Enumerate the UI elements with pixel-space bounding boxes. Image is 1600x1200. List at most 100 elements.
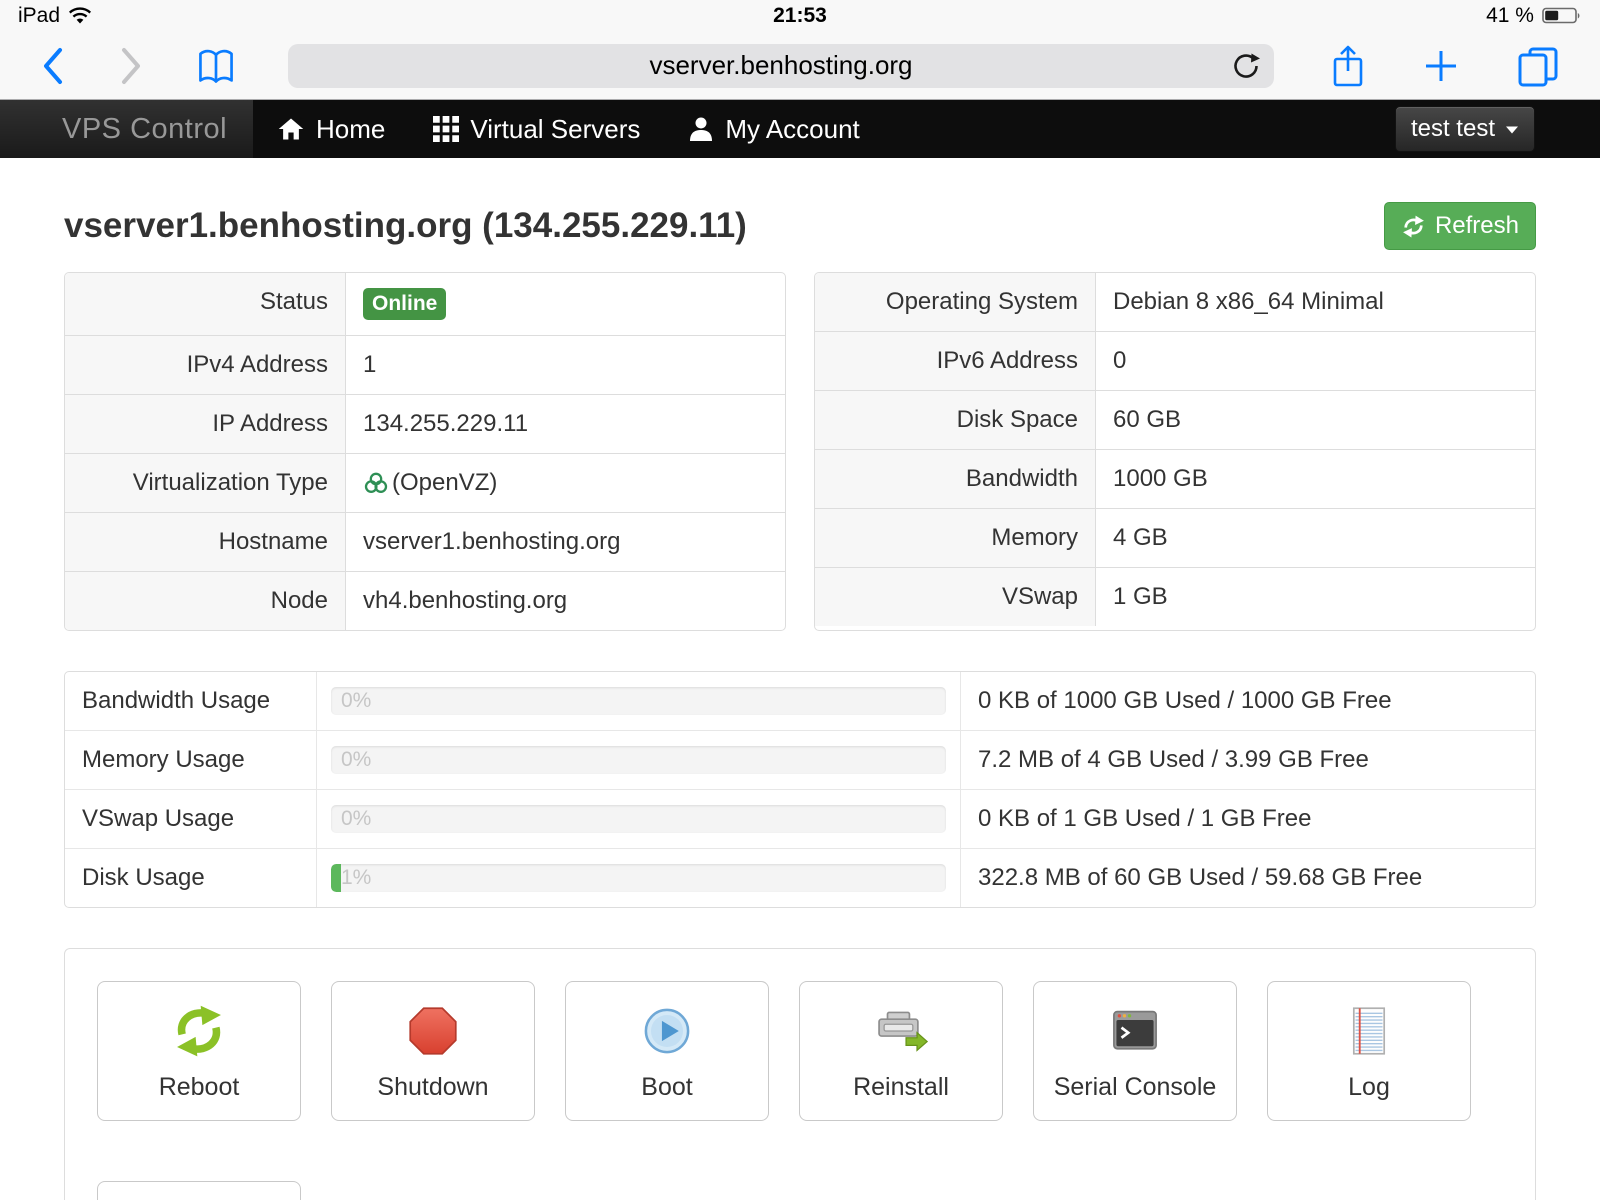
row-value: 1 GB [1096, 568, 1535, 626]
progress-bar: 0% [331, 746, 946, 774]
tabs-button[interactable] [1516, 45, 1560, 87]
row-label: VSwap [815, 568, 1096, 626]
usage-bar-cell: 0% [317, 731, 961, 789]
bookmarks-button[interactable] [196, 46, 236, 86]
url-text: vserver.benhosting.org [649, 50, 912, 81]
status-left: iPad [18, 4, 539, 28]
reboot-icon [172, 1004, 226, 1058]
table-row: Memory 4 GB [815, 508, 1535, 567]
row-value-text: (OpenVZ) [392, 469, 497, 497]
bookmark-icon [196, 46, 236, 86]
tabs-icon [1516, 45, 1560, 87]
actions-panel: Reboot Shutdown [64, 948, 1536, 1200]
action-serial-console[interactable]: Serial Console [1033, 981, 1237, 1121]
progress-label: 1% [341, 864, 371, 892]
row-value: vserver1.benhosting.org [346, 513, 785, 571]
share-button[interactable] [1330, 43, 1366, 89]
row-label: Status [65, 273, 346, 335]
info-table-left: Status Online IPv4 Address 1 IP Address … [64, 272, 786, 631]
progress-bar: 0% [331, 687, 946, 715]
refresh-label: Refresh [1435, 212, 1519, 240]
usage-text: 7.2 MB of 4 GB Used / 3.99 GB Free [961, 731, 1535, 789]
action-network[interactable] [97, 1181, 301, 1200]
table-row: Bandwidth 1000 GB [815, 449, 1535, 508]
row-label: Operating System [815, 273, 1096, 331]
caret-down-icon [1505, 125, 1519, 134]
usage-text: 0 KB of 1000 GB Used / 1000 GB Free [961, 672, 1535, 730]
back-icon [40, 45, 66, 87]
action-log[interactable]: Log [1267, 981, 1471, 1121]
action-label: Reinstall [853, 1073, 949, 1102]
row-value: 4 GB [1096, 509, 1535, 567]
info-table-right: Operating System Debian 8 x86_64 Minimal… [814, 272, 1536, 631]
action-label: Reboot [159, 1073, 240, 1102]
usage-label: Disk Usage [65, 849, 317, 907]
progress-label: 0% [341, 746, 371, 774]
reload-icon[interactable] [1231, 51, 1261, 81]
usage-section: Bandwidth Usage 0% 0 KB of 1000 GB Used … [64, 671, 1536, 908]
boot-icon [640, 1004, 694, 1058]
progress-bar: 1% [331, 864, 946, 892]
actions-row-2 [97, 1181, 1503, 1200]
row-label: Memory [815, 509, 1096, 567]
usage-row: VSwap Usage 0% 0 KB of 1 GB Used / 1 GB … [65, 789, 1535, 848]
table-row: Status Online [65, 273, 785, 335]
table-row: IPv6 Address 0 [815, 331, 1535, 390]
row-label: Disk Space [815, 391, 1096, 449]
forward-button[interactable] [118, 45, 144, 87]
row-label: Bandwidth [815, 450, 1096, 508]
refresh-button[interactable]: Refresh [1384, 202, 1536, 250]
nav-item-home[interactable]: Home [253, 100, 409, 158]
title-row: vserver1.benhosting.org (134.255.229.11)… [64, 202, 1536, 250]
action-label: Boot [641, 1073, 692, 1102]
action-label: Log [1348, 1073, 1390, 1102]
ios-status-bar: iPad 21:53 41 % [0, 0, 1600, 32]
usage-row: Memory Usage 0% 7.2 MB of 4 GB Used / 3.… [65, 730, 1535, 789]
address-bar[interactable]: vserver.benhosting.org [288, 44, 1274, 88]
clock: 21:53 [539, 4, 1060, 28]
new-tab-button[interactable] [1422, 47, 1460, 85]
progress-fill [331, 864, 341, 892]
app-navbar: VPS Control Home Virtual Servers [0, 100, 1600, 158]
safari-toolbar: vserver.benhosting.org [0, 32, 1600, 100]
table-row: IP Address 134.255.229.11 [65, 394, 785, 453]
serial-console-icon [1108, 1004, 1162, 1058]
nav-item-my-account[interactable]: My Account [664, 100, 883, 158]
nav-item-label: My Account [725, 114, 859, 145]
usage-label: Memory Usage [65, 731, 317, 789]
usage-text: 322.8 MB of 60 GB Used / 59.68 GB Free [961, 849, 1535, 907]
battery-percent: 41 % [1486, 4, 1534, 28]
user-menu-button[interactable]: test test [1395, 106, 1535, 152]
page-title: vserver1.benhosting.org (134.255.229.11) [64, 206, 747, 246]
row-label: Hostname [65, 513, 346, 571]
back-button[interactable] [40, 45, 66, 87]
row-label: IPv4 Address [65, 336, 346, 394]
table-row: Disk Space 60 GB [815, 390, 1535, 449]
action-boot[interactable]: Boot [565, 981, 769, 1121]
action-reboot[interactable]: Reboot [97, 981, 301, 1121]
page-content: vserver1.benhosting.org (134.255.229.11)… [0, 202, 1600, 1200]
nav-item-virtual-servers[interactable]: Virtual Servers [409, 100, 664, 158]
openvz-icon [363, 471, 389, 495]
nav-item-label: Home [316, 114, 385, 145]
action-shutdown[interactable]: Shutdown [331, 981, 535, 1121]
usage-row: Bandwidth Usage 0% 0 KB of 1000 GB Used … [65, 672, 1535, 730]
row-value: 1 [346, 336, 785, 394]
usage-bar-cell: 0% [317, 790, 961, 848]
row-label: IPv6 Address [815, 332, 1096, 390]
wifi-icon [68, 7, 92, 25]
ipad-screen: iPad 21:53 41 % [0, 0, 1600, 1200]
row-value: vh4.benhosting.org [346, 572, 785, 630]
progress-bar: 0% [331, 805, 946, 833]
row-value: (OpenVZ) [346, 454, 785, 512]
shutdown-icon [406, 1004, 460, 1058]
grid-icon [433, 116, 459, 142]
brand: VPS Control [0, 100, 253, 158]
new-tab-icon [1422, 47, 1460, 85]
row-label: Virtualization Type [65, 454, 346, 512]
status-right: 41 % [1061, 4, 1582, 28]
actions-row-1: Reboot Shutdown [97, 981, 1503, 1121]
status-badge: Online [363, 288, 446, 320]
row-value: Debian 8 x86_64 Minimal [1096, 273, 1535, 331]
action-reinstall[interactable]: Reinstall [799, 981, 1003, 1121]
